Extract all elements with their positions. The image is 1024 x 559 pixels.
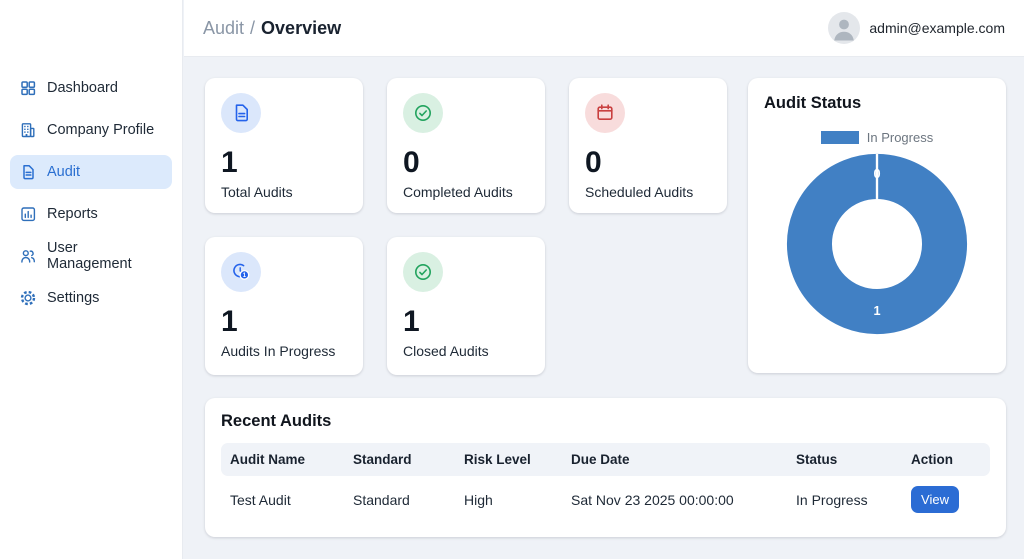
sidebar-item-settings[interactable]: Settings <box>10 281 172 315</box>
sidebar-item-user-management[interactable]: User Management <box>10 239 172 273</box>
sidebar: Dashboard Company Profile Audit Reports … <box>0 0 183 559</box>
recent-audits-title: Recent Audits <box>221 412 332 430</box>
gear-icon <box>19 289 37 307</box>
audit-status-title: Audit Status <box>764 94 862 112</box>
user-menu[interactable]: admin@example.com <box>828 12 1005 44</box>
stat-label: Completed Audits <box>403 184 513 200</box>
cell-risk-level: High <box>464 491 493 508</box>
sidebar-item-label: Audit <box>47 164 81 180</box>
user-email: admin@example.com <box>869 20 1005 36</box>
stat-label: Scheduled Audits <box>585 184 694 200</box>
stat-value: 1 <box>221 305 238 338</box>
doughnut-chart: 0 1 <box>764 151 990 337</box>
clock-badge-icon: 1 <box>221 252 261 292</box>
sidebar-item-company-profile[interactable]: Company Profile <box>10 113 172 147</box>
sidebar-item-label: Settings <box>47 290 100 306</box>
stat-value: 1 <box>221 146 238 179</box>
recent-audits-panel: Recent Audits Audit Name Standard Risk L… <box>205 398 1006 537</box>
sidebar-nav: Dashboard Company Profile Audit Reports … <box>0 71 182 323</box>
sidebar-item-dashboard[interactable]: Dashboard <box>10 71 172 105</box>
column-header-audit-name: Audit Name <box>230 452 306 467</box>
users-icon <box>19 247 37 265</box>
cell-standard: Standard <box>353 491 410 508</box>
stat-value: 0 <box>585 146 602 179</box>
stat-card-audits-in-progress: 1 1 Audits In Progress <box>205 237 363 375</box>
sidebar-item-audit[interactable]: Audit <box>10 155 172 189</box>
audit-status-panel: Audit Status In Progress 0 1 <box>748 78 1006 373</box>
check-circle-icon <box>403 93 443 133</box>
sidebar-item-label: Company Profile <box>47 122 155 138</box>
column-header-standard: Standard <box>353 452 412 467</box>
building-icon <box>19 121 37 139</box>
sidebar-item-label: Reports <box>47 206 98 222</box>
sidebar-item-label: Dashboard <box>47 80 118 96</box>
stat-value: 1 <box>403 305 420 338</box>
legend-label: In Progress <box>866 130 934 145</box>
file-icon <box>221 93 261 133</box>
breadcrumb-separator: / <box>250 17 256 38</box>
column-header-risk-level: Risk Level <box>464 452 531 467</box>
document-icon <box>19 163 37 181</box>
chart-value-label-bottom: 1 <box>873 303 880 318</box>
column-header-action: Action <box>911 452 953 467</box>
stat-card-completed-audits: 0 Completed Audits <box>387 78 545 213</box>
stat-card-closed-audits: 1 Closed Audits <box>387 237 545 375</box>
dashboard-grid-icon <box>19 79 37 97</box>
stat-label: Total Audits <box>221 184 293 200</box>
check-circle-icon <box>403 252 443 292</box>
app-window: Dashboard Company Profile Audit Reports … <box>0 0 1024 559</box>
calendar-icon <box>585 93 625 133</box>
sidebar-item-reports[interactable]: Reports <box>10 197 172 231</box>
table-row: Test Audit Standard High Sat Nov 23 2025… <box>221 476 990 523</box>
user-avatar-icon <box>828 12 861 44</box>
chart-value-label-top: 0 <box>873 166 880 181</box>
sidebar-item-label: User Management <box>47 240 132 272</box>
stat-label: Audits In Progress <box>221 343 336 359</box>
page-title: Overview <box>261 17 342 38</box>
bar-chart-icon <box>19 205 37 223</box>
stat-label: Closed Audits <box>403 343 489 359</box>
table-header-row: Audit Name Standard Risk Level Due Date … <box>221 443 990 476</box>
stat-value: 0 <box>403 146 420 179</box>
column-header-status: Status <box>796 452 838 467</box>
stat-card-scheduled-audits: 0 Scheduled Audits <box>569 78 727 213</box>
legend-swatch <box>820 131 859 144</box>
cell-due-date: Sat Nov 23 2025 00:00:00 <box>571 491 734 508</box>
chart-legend-item[interactable]: In Progress <box>764 130 990 145</box>
cell-audit-name: Test Audit <box>230 491 291 508</box>
cell-status: In Progress <box>796 491 868 508</box>
column-header-due-date: Due Date <box>571 452 630 467</box>
stat-card-total-audits: 1 Total Audits <box>205 78 363 213</box>
top-header: Audit / Overview admin@example.com <box>184 0 1024 57</box>
view-button[interactable]: View <box>911 486 959 513</box>
breadcrumb-section[interactable]: Audit <box>203 18 244 38</box>
breadcrumb: Audit / Overview <box>203 18 341 39</box>
